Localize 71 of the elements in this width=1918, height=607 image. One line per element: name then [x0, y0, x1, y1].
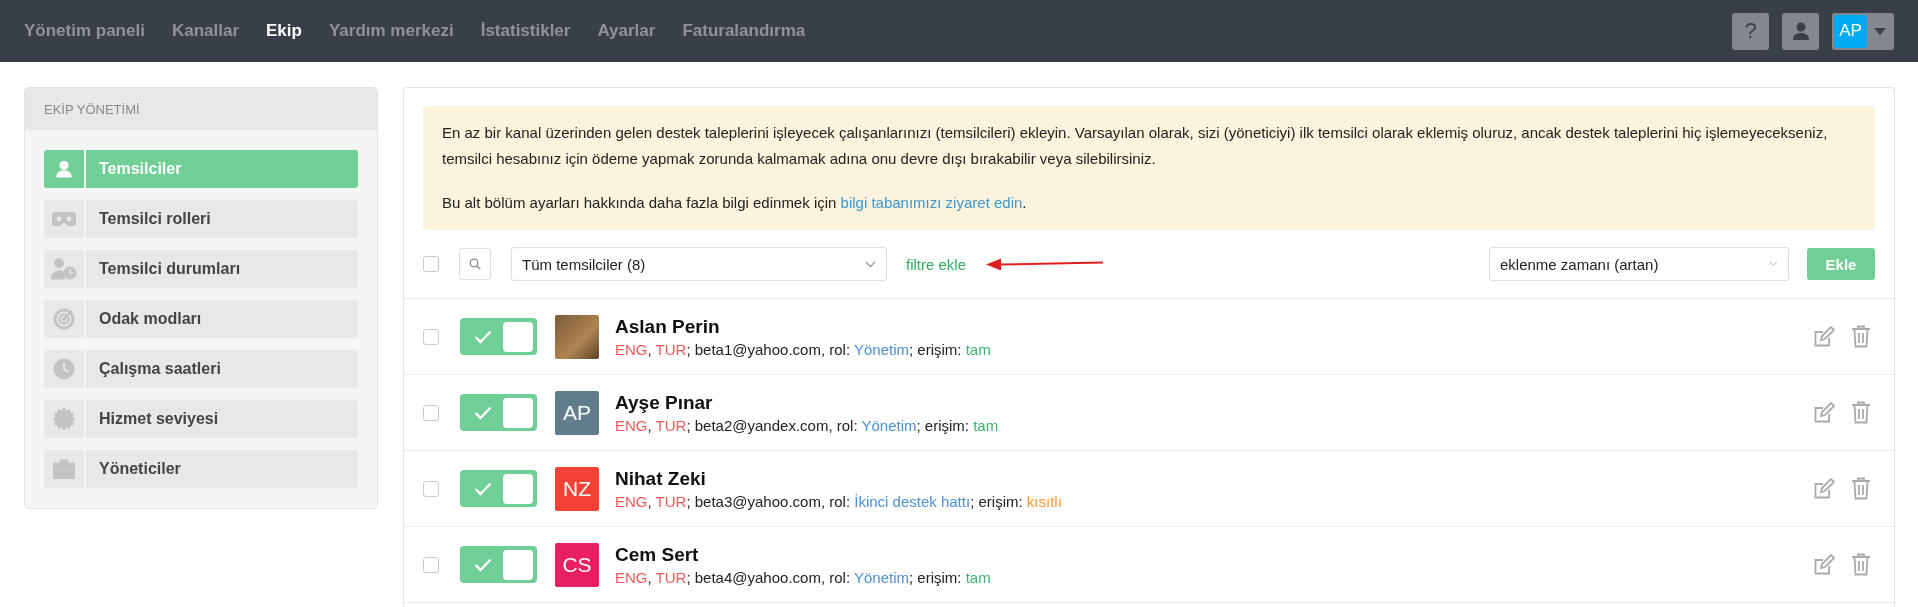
initials-avatar: NZ	[555, 466, 599, 511]
profile-button[interactable]	[1782, 12, 1819, 50]
nav-link[interactable]: Faturalandırma	[682, 21, 806, 41]
agent-filter-dropdown[interactable]: Tüm temsilciler (8)	[511, 247, 887, 281]
sidebar-item[interactable]: Yöneticiler	[44, 450, 358, 488]
edit-icon	[1813, 325, 1835, 348]
edit-icon	[1813, 477, 1835, 500]
edit-icon	[1813, 401, 1835, 424]
nav-link[interactable]: İstatistikler	[480, 21, 571, 41]
sidebar-item[interactable]: Temsilci durumları	[44, 250, 358, 288]
user-clock-icon	[51, 258, 77, 280]
sort-dropdown[interactable]: eklenme zamanı (artan)	[1489, 247, 1789, 281]
agent-details: ENG, TUR; beta4@yahoo.com, rol: Yönetim; erişim: tam	[615, 568, 991, 586]
agent-name: Cem Sert	[615, 543, 700, 566]
row-checkbox[interactable]	[423, 328, 439, 345]
user-avatar: AP	[1834, 14, 1867, 48]
user-icon	[1790, 21, 1811, 41]
initials-avatar: AP	[555, 390, 599, 435]
row-checkbox[interactable]	[423, 404, 439, 421]
mask-icon	[52, 212, 76, 226]
trash-icon	[1851, 325, 1871, 348]
agent-name: Ayşe Pınar	[615, 391, 714, 414]
nav-link[interactable]: Ekip	[266, 21, 302, 41]
chevron-icon	[865, 260, 876, 268]
toggle-switch[interactable]	[460, 394, 537, 431]
target-icon	[53, 308, 75, 330]
toggle-switch[interactable]	[460, 318, 537, 355]
row-checkbox[interactable]	[423, 480, 439, 497]
sidebar-title: EKİP YÖNETİMİ	[44, 101, 140, 117]
trash-icon	[1851, 477, 1871, 500]
sidebar-item[interactable]: Temsilciler	[44, 150, 358, 188]
initials-avatar: CS	[555, 542, 599, 587]
agent-details: ENG, TUR; beta3@yahoo.com, rol: İkinci destek hattı; erişim: kısıtlı	[615, 492, 1062, 510]
check-icon	[474, 557, 492, 572]
add-filter-link[interactable]: filtre ekle	[906, 255, 967, 273]
notice-text: En az bir kanal üzerinden gelen destek taleplerini işleyecek çalışanlarınızı (temsilcileri) ekleyin. Varsayılan olarak, sizi (yöneticiyi) ilk temsilci olarak eklemiş oluruz, ancak destek taleplerini hiç işlemeyecekseniz, temsilci hesabınız için ödeme yapmak zorunda kalmamak adına onu devre dışı bırakabilir veya silebilirsiniz.	[442, 123, 1829, 169]
nav-link[interactable]: Yardım merkezi	[328, 21, 454, 41]
search-button[interactable]	[459, 248, 491, 280]
sidebar-item[interactable]: Odak modları	[44, 300, 358, 338]
user-icon	[55, 160, 73, 178]
add-button[interactable]: Ekle	[1807, 248, 1875, 280]
help-button[interactable]: ?	[1732, 12, 1769, 50]
toggle-switch[interactable]	[460, 546, 537, 583]
notice-text: Bu alt bölüm ayarları hakkında daha fazla bilgi edinmek için bilgi tabanımızı ziyaret edin.	[442, 193, 1028, 213]
trash-icon	[1851, 553, 1871, 576]
sidebar-item[interactable]: Hizmet seviyesi	[44, 400, 358, 438]
user-menu-button[interactable]: AP	[1832, 12, 1894, 50]
row-checkbox[interactable]	[423, 556, 439, 573]
agent-details: ENG, TUR; beta2@yandex.com, rol: Yönetim; erişim: tam	[615, 416, 999, 434]
nav-link[interactable]: Kanallar	[171, 21, 239, 41]
nav-link[interactable]: Ayarlar	[597, 21, 656, 41]
agent-name: Nihat Zeki	[615, 467, 707, 490]
agent-name: Aslan Perin	[615, 315, 721, 338]
toggle-switch[interactable]	[460, 470, 537, 507]
photo-placeholder	[555, 314, 599, 359]
check-icon	[474, 329, 492, 344]
nav-link[interactable]: Yönetim paneli	[24, 21, 145, 41]
chevron-icon	[1769, 261, 1778, 267]
caret-icon	[1874, 27, 1886, 35]
sidebar-item[interactable]: Çalışma saatleri	[44, 350, 358, 388]
badge-icon	[53, 408, 75, 430]
search-icon	[469, 258, 481, 270]
check-icon	[474, 481, 492, 496]
check-icon	[474, 405, 492, 420]
edit-icon	[1813, 553, 1835, 576]
clock-icon	[53, 358, 75, 380]
briefcase-icon	[53, 459, 75, 479]
sidebar-item[interactable]: Temsilci rolleri	[44, 200, 358, 238]
agent-details: ENG, TUR; beta1@yahoo.com, rol: Yönetim; erişim: tam	[615, 340, 991, 358]
select-all-checkbox[interactable]	[423, 256, 439, 272]
trash-icon	[1851, 401, 1871, 424]
